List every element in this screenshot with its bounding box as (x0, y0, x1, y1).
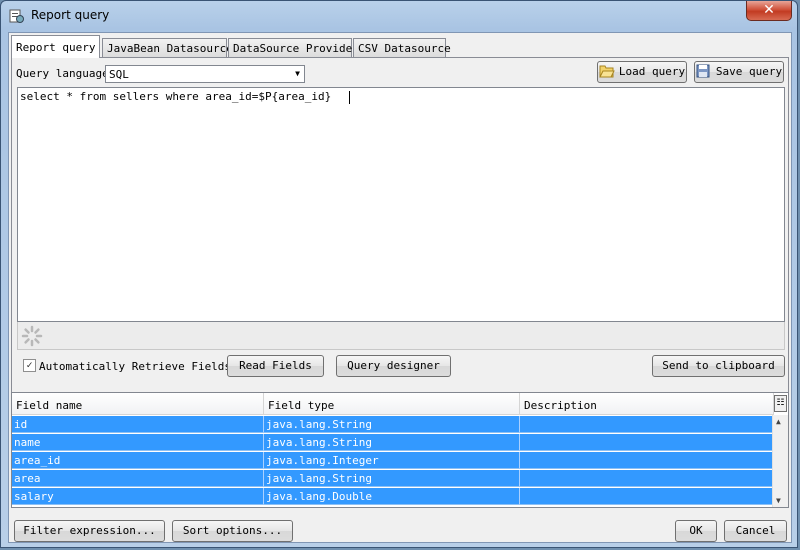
filter-expression-label: Filter expression... (23, 524, 156, 537)
scroll-up-icon[interactable]: ▲ (776, 417, 781, 426)
progress-area (17, 322, 785, 350)
ok-button[interactable]: OK (675, 520, 717, 542)
field-type-cell: java.lang.Integer (264, 452, 520, 469)
field-name-cell: name (12, 434, 264, 451)
tab-label: JavaBean Datasource (107, 42, 233, 55)
description-cell (520, 416, 774, 433)
report-app-icon (9, 9, 24, 23)
filter-expression-button[interactable]: Filter expression... (14, 520, 165, 542)
query-designer-label: Query designer (347, 359, 440, 372)
table-row[interactable]: area_id java.lang.Integer (12, 452, 774, 469)
cancel-label: Cancel (735, 524, 776, 537)
column-header-description[interactable]: Description (520, 393, 774, 415)
cancel-button[interactable]: Cancel (724, 520, 787, 542)
read-fields-button[interactable]: Read Fields (227, 355, 324, 377)
table-row[interactable]: area java.lang.String (12, 470, 774, 487)
field-name-cell: salary (12, 488, 264, 505)
close-icon: ✕ (763, 2, 775, 18)
save-query-button[interactable]: Save query (694, 61, 784, 83)
report-query-dialog: Report query ✕ Report query JavaBean Dat… (0, 0, 798, 548)
sort-options-label: Sort options... (182, 524, 283, 537)
read-fields-label: Read Fields (239, 359, 312, 372)
description-cell (520, 488, 774, 505)
description-cell (520, 452, 774, 469)
description-cell (520, 434, 774, 451)
field-type-cell: java.lang.String (264, 416, 520, 433)
field-type-cell: java.lang.Double (264, 488, 520, 505)
report-query-panel: Query language SQL ▼ Load query Save que… (11, 57, 789, 413)
tab-label: DataSource Provider (233, 42, 359, 55)
table-row[interactable]: name java.lang.String (12, 434, 774, 451)
column-header-field-type[interactable]: Field type (264, 393, 520, 415)
column-chooser-icon: ☷ (776, 398, 785, 408)
sort-options-button[interactable]: Sort options... (172, 520, 293, 542)
field-name-cell: id (12, 416, 264, 433)
field-name-cell: area_id (12, 452, 264, 469)
tab-csv-datasource[interactable]: CSV Datasource (353, 38, 451, 57)
field-name-cell: area (12, 470, 264, 487)
text-caret (349, 91, 350, 104)
query-language-select[interactable]: SQL ▼ (105, 65, 305, 83)
query-language-label: Query language (16, 67, 109, 80)
query-text: select * from sellers where area_id=$P{a… (20, 90, 332, 103)
save-query-label: Save query (715, 65, 783, 78)
description-cell (520, 470, 774, 487)
field-type-cell: java.lang.String (264, 434, 520, 451)
scroll-down-icon[interactable]: ▼ (776, 496, 781, 505)
query-language-value: SQL (109, 68, 129, 81)
tab-datasource-provider[interactable]: DataSource Provider (228, 38, 359, 57)
auto-retrieve-label: Automatically Retrieve Fields (39, 360, 232, 373)
column-header-field-name[interactable]: Field name (12, 393, 264, 415)
column-header-label: Field name (16, 399, 83, 412)
tab-label: Report query (16, 41, 96, 54)
load-query-label: Load query (618, 65, 686, 78)
send-to-clipboard-label: Send to clipboard (662, 359, 775, 372)
loading-spinner-icon (21, 325, 43, 347)
chevron-down-icon: ▼ (295, 69, 300, 78)
dialog-body: Report query JavaBean Datasource DataSou… (8, 32, 792, 543)
query-editor[interactable]: select * from sellers where area_id=$P{a… (17, 87, 785, 322)
column-header-label: Field type (268, 399, 335, 412)
tab-javabean-datasource[interactable]: JavaBean Datasource (102, 38, 233, 57)
folder-open-icon (599, 65, 615, 78)
vertical-scrollbar[interactable]: ▲ ▼ (772, 415, 788, 507)
query-designer-button[interactable]: Query designer (336, 355, 451, 377)
send-to-clipboard-button[interactable]: Send to clipboard (652, 355, 785, 377)
field-type-cell: java.lang.String (264, 470, 520, 487)
tab-report-query[interactable]: Report query (11, 35, 100, 58)
save-icon (696, 64, 710, 78)
table-row[interactable]: salary java.lang.Double (12, 488, 774, 505)
column-header-label: Description (524, 399, 597, 412)
fields-table: Field name Field type Description ☷ id j… (11, 392, 789, 508)
ok-label: OK (689, 524, 703, 537)
table-row[interactable]: id java.lang.String (12, 416, 774, 433)
close-button[interactable]: ✕ (746, 1, 792, 21)
window-title: Report query (31, 8, 110, 22)
title-bar[interactable]: Report query ✕ (1, 1, 797, 31)
tab-label: CSV Datasource (358, 42, 451, 55)
auto-retrieve-checkbox[interactable]: ✓ (23, 359, 36, 372)
load-query-button[interactable]: Load query (597, 61, 687, 83)
column-chooser-button[interactable]: ☷ (774, 395, 787, 412)
